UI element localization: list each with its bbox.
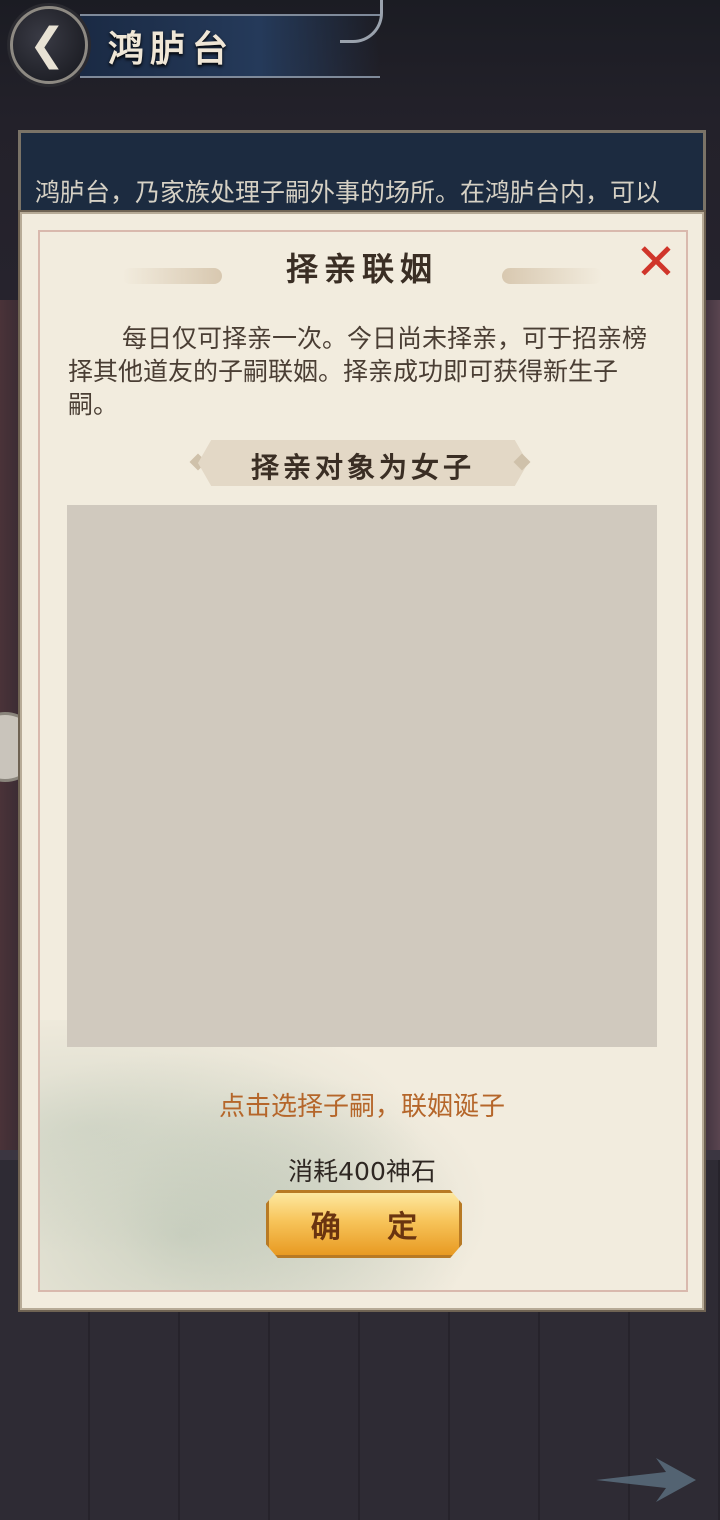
next-arrow-icon[interactable] <box>596 1450 696 1510</box>
chevron-left-icon: ❮ <box>28 19 66 70</box>
close-icon: ✕ <box>635 233 677 291</box>
marriage-dialog: 择亲联姻 ✕ 每日仅可择亲一次。今日尚未择亲，可于招亲榜择其他道友的子嗣联姻。择… <box>20 212 704 1310</box>
candidate-selection-area[interactable] <box>67 505 657 1047</box>
cost-label: 消耗400神石 <box>288 1157 436 1186</box>
confirm-button[interactable]: 确 定 <box>266 1190 462 1258</box>
close-button[interactable]: ✕ <box>632 233 680 291</box>
header: ❮ 鸿胪台 <box>0 0 720 110</box>
page-title: 鸿胪台 <box>108 28 235 70</box>
confirm-button-label: 确 定 <box>310 1210 436 1245</box>
info-text: 鸿胪台，乃家族处理子嗣外事的场所。在鸿胪台内，可以 <box>35 178 661 207</box>
dialog-subtitle: 择亲对象为女子 <box>250 451 475 484</box>
back-button[interactable]: ❮ <box>10 6 88 84</box>
dialog-title: 择亲联姻 <box>285 250 438 288</box>
dialog-description: 每日仅可择亲一次。今日尚未择亲，可于招亲榜择其他道友的子嗣联姻。择亲成功即可获得… <box>68 324 648 419</box>
selection-hint: 点击选择子嗣，联姻诞子 <box>218 1092 505 1122</box>
